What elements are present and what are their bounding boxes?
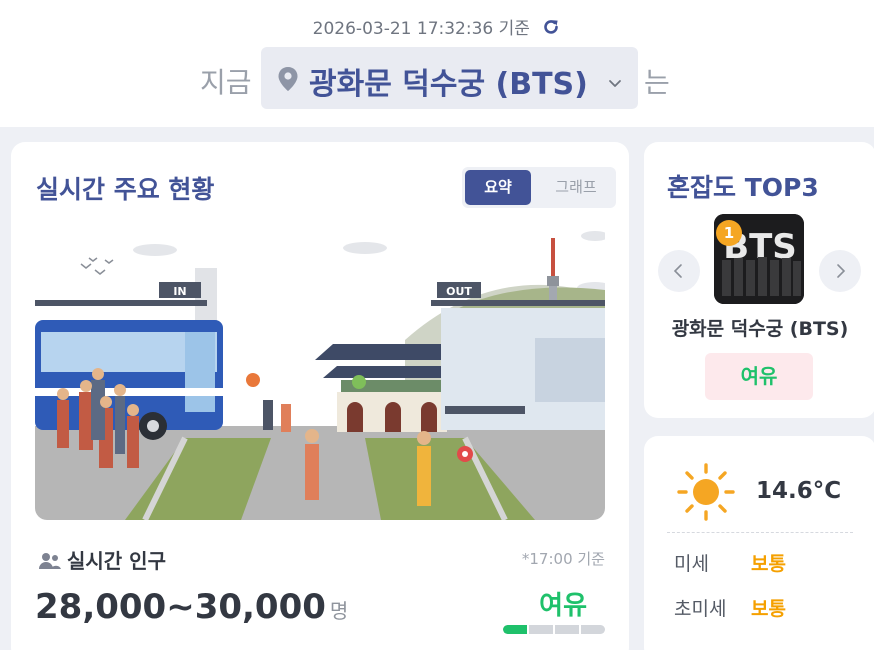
fine-dust-value: 보통 (751, 553, 786, 575)
prev-button[interactable] (658, 250, 700, 292)
view-toggle: 요약 그래프 (462, 167, 616, 208)
tab-summary[interactable]: 요약 (465, 170, 531, 205)
city-illustration: IN OUT (35, 220, 605, 520)
map-pin-icon (277, 66, 299, 96)
top3-title: 혼잡도 TOP3 (667, 173, 819, 202)
out-sign: OUT (446, 285, 472, 298)
next-button[interactable] (819, 250, 861, 292)
chevron-down-icon (608, 73, 622, 92)
ultrafine-dust-row: 초미세 보통 (674, 594, 786, 621)
fine-dust-label: 미세 (674, 553, 709, 575)
population-unit: 명 (329, 599, 349, 623)
divider (667, 532, 853, 533)
timestamp-text: 2026-03-21 17:32:36 기준 (312, 19, 530, 39)
location-suffix: 는 (644, 66, 670, 99)
top3-place-name[interactable]: 광화문 덕수궁 (BTS) (644, 314, 874, 341)
top-header: 2026-03-21 17:32:36 기준 지금 광화문 덕수궁 (BTS) (0, 0, 874, 127)
weather-card: 14.6°C 미세 보통 초미세 보통 (644, 436, 874, 650)
meter-divider (579, 625, 603, 634)
timestamp-line: 2026-03-21 17:32:36 기준 (0, 14, 874, 42)
population-label: 실시간 인구 (67, 549, 166, 573)
rank-badge: 1 (716, 220, 742, 246)
temperature: 14.6°C (756, 478, 842, 504)
congestion-meter-fill (503, 625, 529, 634)
sun-icon (676, 462, 736, 526)
congestion-meter (503, 625, 605, 634)
fine-dust-row: 미세 보통 (674, 549, 786, 576)
top3-status-badge: 여유 (705, 353, 813, 400)
ultrafine-dust-label: 초미세 (674, 598, 727, 620)
card-title: 실시간 주요 현황 (36, 175, 215, 204)
population-time-note: *17:00 기준 (521, 550, 605, 568)
population-label-row: 실시간 인구 (39, 545, 166, 575)
people-icon (39, 551, 61, 575)
realtime-status-card: 실시간 주요 현황 요약 그래프 IN OUT 실시간 인구 *17:00 기준… (11, 142, 629, 650)
location-prefix: 지금 (200, 66, 252, 99)
refresh-icon[interactable] (541, 17, 561, 42)
in-sign: IN (173, 285, 186, 298)
location-selector[interactable]: 광화문 덕수궁 (BTS) (261, 47, 638, 109)
location-name: 광화문 덕수궁 (BTS) (309, 67, 588, 102)
congestion-top3-card: 혼잡도 TOP3 BTS 1 광화문 덕수궁 (BTS) 여유 (644, 142, 874, 418)
population-value: 28,000~30,000 명 (35, 587, 348, 627)
ultrafine-dust-value: 보통 (751, 598, 786, 620)
meter-divider (527, 625, 551, 634)
population-number: 28,000~30,000 (35, 587, 326, 627)
meter-divider (553, 625, 577, 634)
tab-graph[interactable]: 그래프 (539, 170, 613, 205)
location-row: 지금 광화문 덕수궁 (BTS) 는 (0, 47, 874, 109)
population-status: 여유 (539, 591, 587, 621)
